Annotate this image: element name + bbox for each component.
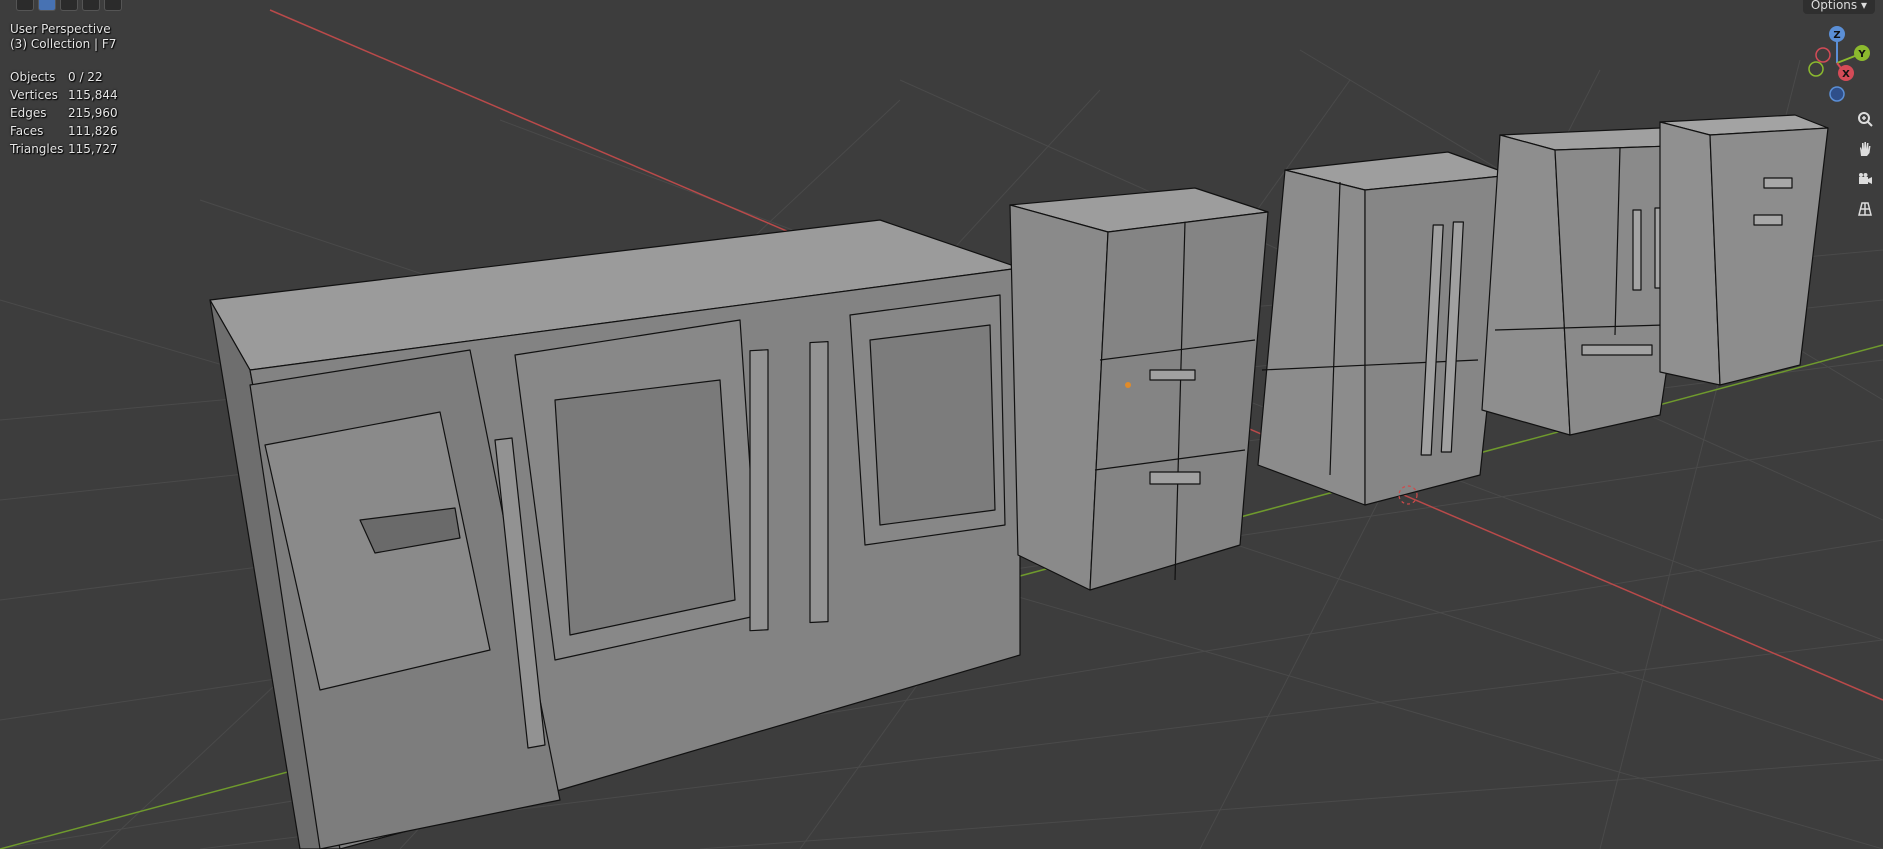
options-label: Options — [1810, 0, 1858, 12]
stat-label: Edges — [10, 106, 47, 120]
collection-info: (3) Collection | F7 — [10, 37, 117, 51]
stat-value: 111,826 — [68, 124, 118, 138]
stat-label: Faces — [10, 124, 44, 138]
view-info-overlay: User Perspective (3) Collection | F7 — [10, 22, 116, 52]
fridge-french-door-3-model[interactable] — [1257, 151, 1513, 506]
3d-viewport[interactable] — [0, 0, 1883, 849]
stat-value: 115,844 — [68, 88, 118, 102]
gizmo-z-icon[interactable]: Z — [1829, 26, 1845, 42]
options-dropdown[interactable]: Options ▾ — [1802, 0, 1875, 14]
stat-label: Triangles — [10, 142, 64, 156]
hand-pan-icon[interactable] — [1852, 136, 1878, 162]
select-box-mode-button[interactable] — [38, 0, 56, 11]
gizmo-neg-y-icon[interactable] — [1808, 61, 1824, 77]
grid-ortho-icon[interactable] — [1852, 196, 1878, 222]
viewport-header-toolbar — [0, 0, 122, 12]
gizmo-neg-z-icon[interactable] — [1829, 86, 1845, 102]
navigation-gizmo[interactable]: Z Y X — [1796, 22, 1878, 104]
gizmo-y-label: Y — [1857, 49, 1866, 60]
select-intersect-mode-button[interactable] — [104, 0, 122, 11]
stat-row: Vertices 115,844 — [10, 88, 118, 106]
stat-value: 115,727 — [68, 142, 118, 156]
select-subtract-mode-button[interactable] — [82, 0, 100, 11]
select-tool-button[interactable] — [16, 0, 34, 11]
stat-row: Faces 111,826 — [10, 124, 118, 142]
gizmo-z-label: Z — [1833, 30, 1840, 41]
scene-statistics: Objects 0 / 22 Vertices 115,844 Edges 215,9… — [10, 70, 118, 160]
camera-icon[interactable] — [1852, 166, 1878, 192]
zoom-icon[interactable] — [1852, 106, 1878, 132]
gizmo-neg-x-icon[interactable] — [1815, 47, 1831, 63]
stat-row: Objects 0 / 22 — [10, 70, 118, 88]
view-name: User Perspective — [10, 22, 111, 36]
stat-row: Triangles 115,727 — [10, 142, 118, 160]
fridge-french-door-2-model[interactable] — [1009, 187, 1269, 591]
gizmo-x-icon[interactable]: X — [1838, 65, 1854, 81]
stat-value: 0 / 22 — [68, 70, 103, 84]
gizmo-y-icon[interactable]: Y — [1854, 45, 1870, 61]
select-extend-mode-button[interactable] — [60, 0, 78, 11]
fridge-retro-model[interactable] — [1659, 114, 1829, 386]
gizmo-x-label: X — [1842, 69, 1850, 80]
stat-row: Edges 215,960 — [10, 106, 118, 124]
stat-label: Objects — [10, 70, 56, 84]
stat-value: 215,960 — [68, 106, 118, 120]
stat-label: Vertices — [10, 88, 58, 102]
